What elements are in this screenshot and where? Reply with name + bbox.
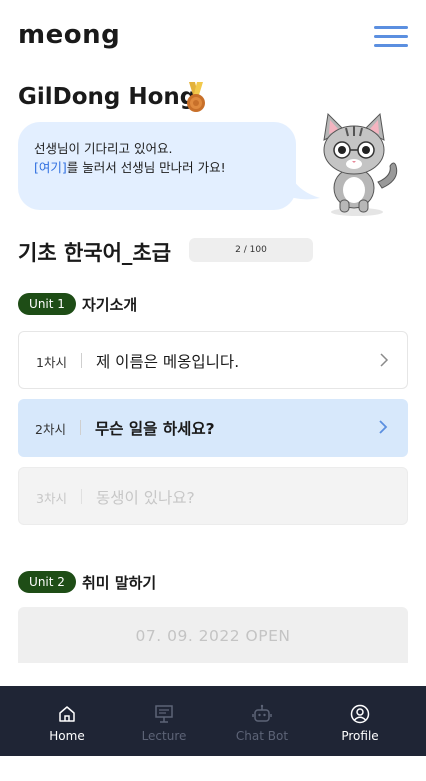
chevron-right-icon (380, 353, 389, 367)
unit-header: Unit 2 취미 말하기 (18, 571, 318, 593)
open-date-text: 07. 09. 2022 OPEN (135, 627, 291, 645)
unit-badge: Unit 2 (18, 571, 76, 593)
cat-mascot[interactable] (312, 110, 402, 218)
lesson-title: 제 이름은 메옹입니다. (96, 353, 240, 371)
bronze-medal-icon (187, 82, 205, 112)
nav-label: Home (49, 729, 85, 743)
menu-icon[interactable] (374, 26, 408, 48)
nav-label: Lecture (141, 729, 187, 743)
app-header: meong (0, 0, 426, 72)
nav-lecture[interactable]: Lecture (119, 686, 209, 756)
profile-icon (350, 704, 370, 724)
teacher-speech-bubble: 선생님이 기다리고 있어요. [여기]를 눌러서 선생님 만나러 가요! (18, 122, 296, 210)
bubble-message: 선생님이 기다리고 있어요. (34, 141, 173, 156)
unit-header: Unit 1 자기소개 (18, 293, 318, 315)
divider (81, 353, 82, 368)
nav-label: Chat Bot (235, 729, 289, 743)
nav-profile[interactable]: Profile (315, 686, 405, 756)
nav-label: Profile (341, 729, 379, 743)
home-icon (59, 706, 75, 722)
course-title: 기초 한국어_초급 (18, 241, 172, 265)
lesson-item: 3차시 동생이 있나요? (18, 467, 408, 525)
app-logo[interactable]: meong (18, 20, 120, 50)
unit-open-date-card: 07. 09. 2022 OPEN (18, 607, 408, 663)
lesson-number: 2차시 (35, 422, 66, 437)
bottom-nav: Home Lecture Chat Bot Profile (0, 686, 426, 756)
lecture-icon (155, 705, 173, 723)
nav-home[interactable]: Home (22, 686, 112, 756)
user-name: GilDong Hong (18, 84, 197, 110)
unit-badge: Unit 1 (18, 293, 76, 315)
unit-title: 자기소개 (82, 296, 138, 314)
nav-chatbot[interactable]: Chat Bot (217, 686, 307, 756)
meet-teacher-link[interactable]: [여기] (34, 160, 67, 175)
chevron-right-icon (379, 420, 388, 434)
unit-title: 취미 말하기 (82, 574, 157, 592)
lesson-item[interactable]: 1차시 제 이름은 메옹입니다. (18, 331, 408, 389)
lesson-title: 무슨 일을 하세요? (95, 420, 215, 438)
course-progress-badge: 2 / 100 (189, 238, 313, 262)
divider (81, 489, 82, 504)
lesson-item[interactable]: 2차시 무슨 일을 하세요? (18, 399, 408, 457)
bubble-call-to-action: [여기]를 눌러서 선생님 만나러 가요! (34, 157, 226, 176)
lesson-number: 1차시 (36, 355, 67, 370)
bubble-cta-text: 를 눌러서 선생님 만나러 가요! (66, 160, 226, 175)
lesson-number: 3차시 (36, 491, 67, 506)
lesson-title: 동생이 있나요? (96, 489, 195, 507)
chatbot-icon (252, 704, 272, 722)
divider (80, 420, 81, 435)
